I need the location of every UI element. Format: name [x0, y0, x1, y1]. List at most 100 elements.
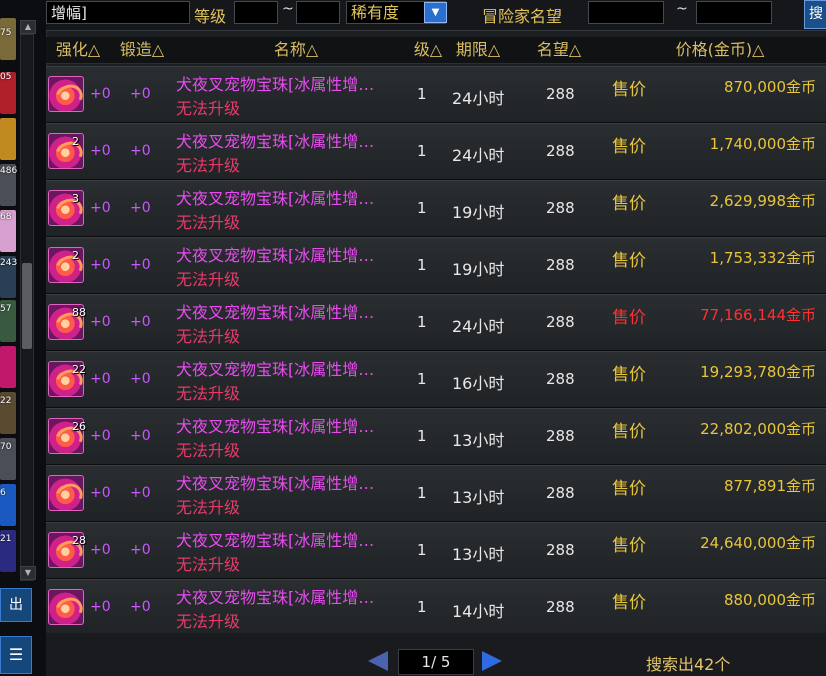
- sell-label: 售价: [612, 536, 646, 556]
- item-level: 1: [417, 427, 427, 445]
- enhance-value: +0: [90, 428, 111, 444]
- item-fame: 288: [546, 199, 575, 217]
- table-row[interactable]: +0 +0 犬夜叉宠物宝珠[冰属性增… 无法升级 1 14小时 288 售价 8…: [46, 579, 826, 636]
- item-level: 1: [417, 484, 427, 502]
- forge-value: +0: [130, 314, 151, 330]
- table-row[interactable]: 22 +0 +0 犬夜叉宠物宝珠[冰属性增… 无法升级 1 16小时 288 售…: [46, 351, 826, 408]
- item-fame: 288: [546, 541, 575, 559]
- table-row[interactable]: 26 +0 +0 犬夜叉宠物宝珠[冰属性增… 无法升级 1 13小时 288 售…: [46, 408, 826, 465]
- fame-max-input[interactable]: [696, 1, 772, 24]
- enhance-value: +0: [90, 599, 111, 615]
- item-name: 犬夜叉宠物宝珠[冰属性增…: [176, 417, 375, 436]
- header-price[interactable]: 价格(金币)△: [664, 37, 776, 63]
- item-level: 1: [417, 313, 427, 331]
- result-count: 搜索出42个: [646, 655, 731, 674]
- item-price: 870,000金币: [723, 78, 816, 96]
- table-row[interactable]: 28 +0 +0 犬夜叉宠物宝珠[冰属性增… 无法升级 1 13小时 288 售…: [46, 522, 826, 579]
- strip-slot[interactable]: [0, 18, 16, 60]
- header-forge[interactable]: 锻造△: [112, 37, 172, 63]
- item-price: 1,753,332金币: [709, 249, 816, 267]
- item-level: 1: [417, 85, 427, 103]
- header-duration[interactable]: 期限△: [448, 37, 508, 63]
- item-duration: 13小时: [452, 488, 505, 507]
- upgrade-status: 无法升级: [176, 156, 241, 175]
- sell-label: 售价: [612, 593, 646, 613]
- item-name: 犬夜叉宠物宝珠[冰属性增…: [176, 588, 375, 607]
- header-level[interactable]: 级△: [408, 37, 448, 63]
- strip-count: 6: [0, 488, 6, 498]
- scroll-down-icon[interactable]: ▼: [20, 566, 36, 580]
- stack-count: 22: [72, 363, 86, 376]
- strip-count: 22: [0, 396, 12, 406]
- item-fame: 288: [546, 85, 575, 103]
- prev-page-icon[interactable]: [368, 651, 388, 671]
- strip-scrollbar[interactable]: [20, 34, 34, 581]
- pet-orb-icon[interactable]: [48, 76, 87, 114]
- enhance-value: +0: [90, 86, 111, 102]
- sell-label: 售价: [612, 137, 646, 157]
- fame-min-input[interactable]: [588, 1, 664, 24]
- forge-value: +0: [130, 200, 151, 216]
- table-row[interactable]: +0 +0 犬夜叉宠物宝珠[冰属性增… 无法升级 1 13小时 288 售价 8…: [46, 465, 826, 522]
- table-row[interactable]: 88 +0 +0 犬夜叉宠物宝珠[冰属性增… 无法升级 1 24小时 288 售…: [46, 294, 826, 351]
- table-row[interactable]: 2 +0 +0 犬夜叉宠物宝珠[冰属性增… 无法升级 1 24小时 288 售价…: [46, 123, 826, 180]
- table-row[interactable]: 2 +0 +0 犬夜叉宠物宝珠[冰属性增… 无法升级 1 19小时 288 售价…: [46, 237, 826, 294]
- next-page-icon[interactable]: [482, 651, 502, 671]
- item-fame: 288: [546, 142, 575, 160]
- inventory-strip: 75 05 486 68 243 57 22 70 6 21 ▲ ▼ 出 ☰: [0, 0, 47, 676]
- level-label: 等级: [194, 7, 227, 26]
- sell-label: 售价: [612, 479, 646, 499]
- item-level: 1: [417, 142, 427, 160]
- item-level: 1: [417, 256, 427, 274]
- strip-slot[interactable]: [0, 346, 16, 388]
- item-fame: 288: [546, 427, 575, 445]
- list-icon: ☰: [8, 645, 24, 664]
- strip-count: 21: [0, 534, 12, 544]
- upgrade-status: 无法升级: [176, 555, 241, 574]
- table-row[interactable]: +0 +0 犬夜叉宠物宝珠[冰属性增… 无法升级 1 24小时 288 售价 8…: [46, 66, 826, 123]
- item-price: 877,891金币: [723, 477, 816, 495]
- level-min-input[interactable]: [234, 1, 278, 24]
- header-fame[interactable]: 名望△: [526, 37, 592, 63]
- upgrade-status: 无法升级: [176, 327, 241, 346]
- stack-count: 2: [72, 249, 79, 262]
- item-name: 犬夜叉宠物宝珠[冰属性增…: [176, 474, 375, 493]
- forge-value: +0: [130, 371, 151, 387]
- search-button[interactable]: 搜: [804, 0, 826, 29]
- item-level: 1: [417, 370, 427, 388]
- list-view-button[interactable]: ☰: [0, 636, 32, 674]
- pet-orb-icon[interactable]: [48, 475, 87, 513]
- header-enhance[interactable]: 强化△: [46, 37, 110, 63]
- enhance-value: +0: [90, 314, 111, 330]
- enhance-value: +0: [90, 257, 111, 273]
- upgrade-status: 无法升级: [176, 612, 241, 631]
- strip-count: 70: [0, 442, 12, 452]
- enhance-value: +0: [90, 143, 111, 159]
- item-duration: 24小时: [452, 89, 505, 108]
- pet-orb-icon[interactable]: [48, 589, 87, 627]
- item-level: 1: [417, 541, 427, 559]
- item-price: 77,166,144金币: [700, 306, 816, 324]
- upgrade-status: 无法升级: [176, 441, 241, 460]
- sell-label: 售价: [612, 80, 646, 100]
- strip-count: 75: [0, 28, 12, 38]
- item-price: 880,000金币: [723, 591, 816, 609]
- header-name[interactable]: 名称△: [256, 37, 336, 63]
- chevron-down-icon[interactable]: ▼: [424, 2, 447, 23]
- level-max-input[interactable]: [296, 1, 340, 24]
- exit-button[interactable]: 出: [0, 588, 32, 622]
- scroll-up-icon[interactable]: ▲: [20, 20, 36, 34]
- fame-label: 冒险家名望: [482, 7, 563, 26]
- strip-scroll-thumb[interactable]: [22, 263, 32, 349]
- filter-bar: 增幅] 等级 ~ 稀有度 ▼ 冒险家名望 ~ 搜: [46, 0, 826, 31]
- table-row[interactable]: 3 +0 +0 犬夜叉宠物宝珠[冰属性增… 无法升级 1 19小时 288 售价…: [46, 180, 826, 237]
- item-fame: 288: [546, 256, 575, 274]
- item-name: 犬夜叉宠物宝珠[冰属性增…: [176, 303, 375, 322]
- item-name: 犬夜叉宠物宝珠[冰属性增…: [176, 132, 375, 151]
- strip-slot[interactable]: [0, 118, 16, 160]
- item-duration: 24小时: [452, 317, 505, 336]
- level-range-tilde: ~: [282, 1, 294, 17]
- stack-count: 2: [72, 135, 79, 148]
- name-search-input[interactable]: 增幅]: [46, 1, 190, 24]
- item-level: 1: [417, 199, 427, 217]
